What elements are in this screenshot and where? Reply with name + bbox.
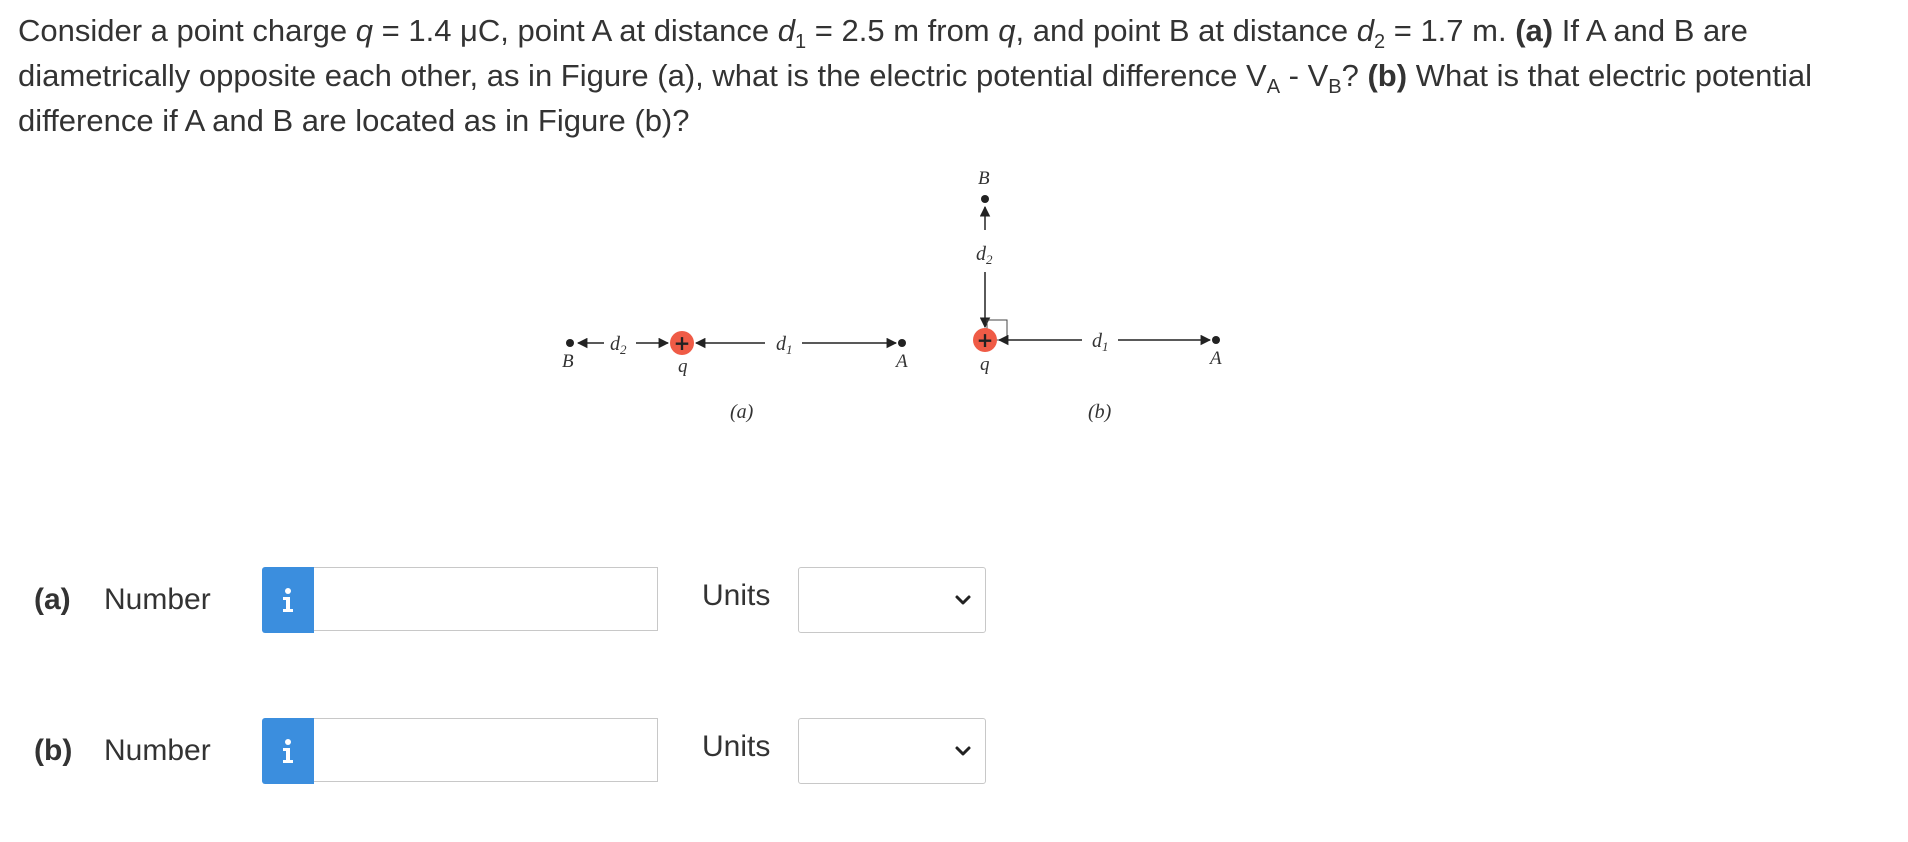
chevron-down-icon xyxy=(955,746,971,756)
part-label: (b) xyxy=(34,734,73,767)
label-d1: d1 xyxy=(776,333,793,357)
question-text-segment: = 1.7 m. xyxy=(1385,13,1516,48)
distance-symbol-d2: d xyxy=(1356,13,1374,48)
figure-a-caption: (a) xyxy=(730,401,754,423)
figure-a: d2 + d1 B q A (a) xyxy=(562,331,908,423)
answer-row-a: (a) Number Units xyxy=(30,567,1030,633)
charge-sign: + xyxy=(674,331,691,355)
label-point-b: B xyxy=(562,351,574,372)
label-point-b: B xyxy=(978,168,990,189)
info-button[interactable] xyxy=(262,718,314,784)
label-point-a: A xyxy=(894,351,908,372)
subscript-2: 2 xyxy=(1373,31,1386,54)
answer-number-input[interactable] xyxy=(314,718,658,782)
answer-number-input[interactable] xyxy=(314,567,658,631)
part-label: (a) xyxy=(34,583,71,616)
question-text-segment: = 2.5 m from xyxy=(806,13,999,48)
part-b-tag: (b) xyxy=(1367,58,1408,93)
units-label: Units xyxy=(702,730,771,763)
info-icon xyxy=(283,739,293,763)
subscript-B: B xyxy=(1328,76,1342,99)
label-charge-q: q xyxy=(980,354,990,375)
question-text-segment: = 1.4 μC, point A at distance xyxy=(373,13,778,48)
subscript-1: 1 xyxy=(795,31,807,54)
info-icon xyxy=(283,588,293,612)
label-d2: d2 xyxy=(976,243,993,267)
answer-row-b: (b) Number Units xyxy=(30,718,1030,784)
info-button[interactable] xyxy=(262,567,314,633)
number-label: Number xyxy=(104,734,211,767)
units-label: Units xyxy=(702,579,771,612)
point-b-dot xyxy=(981,195,989,203)
label-d1: d1 xyxy=(1092,330,1109,354)
label-point-a: A xyxy=(1208,348,1222,369)
question-text-segment: , and point B at distance xyxy=(1015,13,1357,48)
label-charge-q: q xyxy=(678,356,688,377)
subscript-A: A xyxy=(1266,76,1281,99)
figure-b: B d2 + d1 q A (b) xyxy=(973,168,1222,423)
charge-sign: + xyxy=(977,328,994,352)
units-dropdown[interactable] xyxy=(798,718,986,784)
part-a-tag: (a) xyxy=(1515,13,1554,48)
label-d2: d2 xyxy=(610,333,627,357)
point-b-dot xyxy=(566,339,574,347)
distance-symbol-d1: d xyxy=(777,13,796,48)
charge-symbol: q xyxy=(355,13,374,48)
chevron-down-icon xyxy=(955,595,971,605)
question-text-segment: - V xyxy=(1280,58,1329,93)
charge-figure: d2 + d1 B q A (a) B d2 + d1 q A (b) xyxy=(562,168,1222,423)
question-text-segment: ? xyxy=(1341,58,1368,93)
charge-symbol: q xyxy=(998,13,1016,48)
point-a-dot xyxy=(898,339,906,347)
question-text: Consider a point charge q = 1.4 μC, poin… xyxy=(18,8,1878,143)
number-label: Number xyxy=(104,583,211,616)
point-a-dot xyxy=(1212,336,1220,344)
figure-b-caption: (b) xyxy=(1088,401,1112,423)
units-dropdown[interactable] xyxy=(798,567,986,633)
question-text-segment: Consider a point charge xyxy=(18,13,356,48)
